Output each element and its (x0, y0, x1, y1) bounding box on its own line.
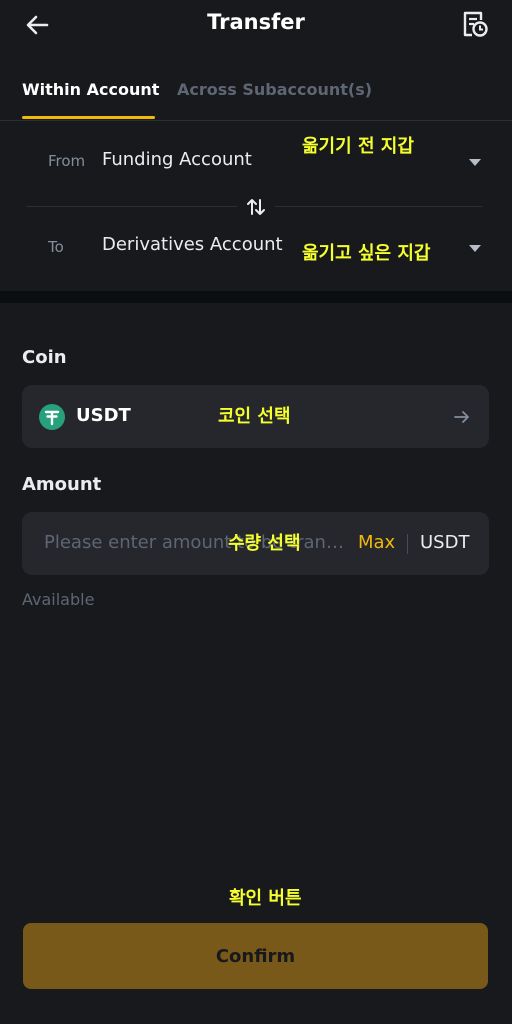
transfer-direction-panel: From Funding Account 옮기기 전 지갑 To Derivat… (0, 121, 512, 291)
amount-annotation: 수량 선택 (228, 533, 301, 554)
coin-select[interactable]: USDT 코인 선택 (22, 385, 489, 448)
amount-input[interactable]: Please enter amount to be transferred (44, 532, 349, 553)
transfer-tabs: Within Account Across Subaccount(s) (0, 62, 512, 121)
caret-down-icon[interactable] (469, 245, 481, 252)
to-annotation: 옮기고 싶은 지갑 (302, 243, 431, 264)
from-annotation: 옮기기 전 지갑 (302, 136, 414, 157)
coin-symbol: USDT (76, 405, 131, 426)
tether-icon (39, 404, 65, 430)
amount-label: Amount (22, 474, 102, 495)
page-title: Transfer (207, 10, 305, 34)
tab-within-account[interactable]: Within Account (22, 80, 159, 99)
amount-unit: USDT (420, 532, 470, 553)
coin-annotation: 코인 선택 (218, 406, 291, 427)
from-account-select[interactable]: Funding Account (102, 149, 252, 170)
caret-down-icon[interactable] (469, 159, 481, 166)
history-icon[interactable] (460, 9, 490, 39)
header: Transfer (0, 0, 512, 50)
max-button[interactable]: Max (358, 532, 395, 553)
arrow-right-icon (454, 411, 469, 423)
swap-button[interactable] (237, 188, 275, 226)
available-balance-label: Available (22, 590, 95, 609)
confirm-button[interactable]: Confirm (23, 923, 488, 989)
confirm-annotation: 확인 버튼 (229, 888, 302, 909)
tab-across-subaccounts[interactable]: Across Subaccount(s) (177, 80, 372, 99)
coin-label: Coin (22, 347, 67, 368)
active-tab-indicator (22, 116, 155, 119)
section-divider (0, 291, 512, 303)
to-label: To (48, 238, 64, 256)
from-label: From (48, 152, 86, 170)
to-account-select[interactable]: Derivatives Account (102, 234, 283, 255)
swap-icon (247, 199, 265, 215)
amount-field[interactable]: Please enter amount to be transferred 수량… (22, 512, 489, 575)
unit-divider (407, 534, 408, 554)
